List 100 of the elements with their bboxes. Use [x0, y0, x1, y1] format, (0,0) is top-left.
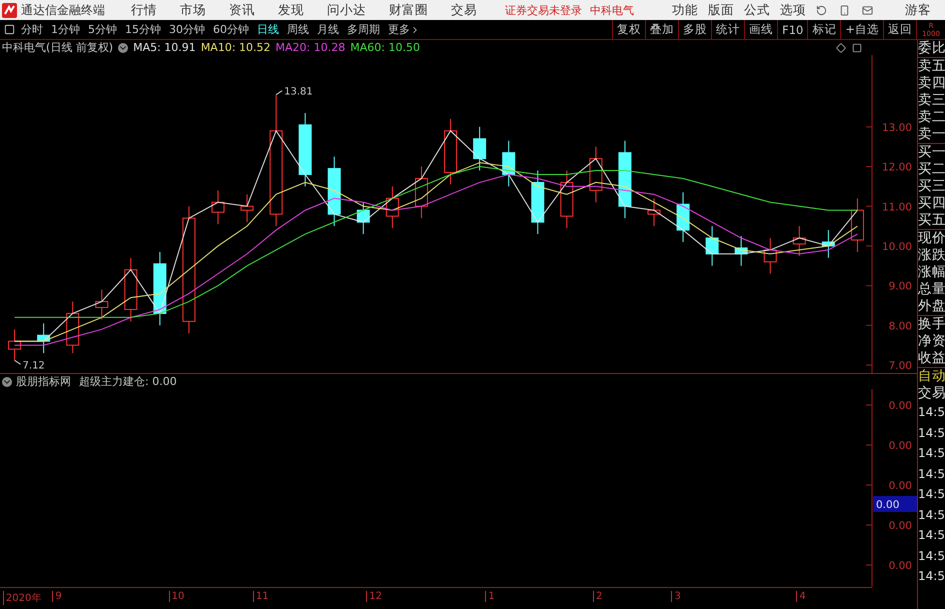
diamond-icon[interactable]: [836, 42, 846, 52]
candlestick: [95, 289, 108, 320]
period-tab[interactable]: 60分钟: [213, 22, 249, 37]
period-tab[interactable]: 分时: [21, 22, 43, 37]
menu-item[interactable]: 财富圈: [389, 2, 428, 18]
date-axis-label: 9: [52, 591, 62, 602]
trade-time: 14:5: [918, 466, 945, 482]
candlestick: [706, 226, 719, 266]
quote-label: 委比: [918, 40, 945, 57]
toolbar-button[interactable]: 叠加: [645, 20, 678, 39]
indicator-value: 超级主力建仓: 0.00: [79, 374, 177, 389]
status-text: 证券交易未登录: [505, 2, 582, 18]
candlestick: [822, 230, 835, 258]
period-tab[interactable]: 周线: [287, 22, 309, 37]
quote-label: 净资: [918, 333, 945, 350]
mail-icon[interactable]: [862, 4, 873, 16]
price-annotation: 13.81: [284, 86, 313, 98]
menu-item[interactable]: 交易: [451, 2, 477, 18]
period-tab[interactable]: 5分钟: [88, 22, 117, 37]
user-label[interactable]: 游客: [905, 2, 931, 18]
toolbar-button[interactable]: +自选: [840, 20, 883, 39]
date-axis-label: 4: [796, 591, 806, 602]
period-tab[interactable]: 月线: [317, 22, 339, 37]
indicator-axis-label: 0.00: [888, 440, 912, 452]
quote-label: 卖二: [918, 109, 945, 126]
date-axis-label: 3: [671, 591, 681, 602]
chevron-down-icon[interactable]: [118, 42, 128, 52]
menu-item[interactable]: 公式: [744, 2, 770, 18]
price-annotation: 7.12: [22, 360, 45, 372]
price-axis-label: 11.00: [882, 201, 912, 214]
quote-label: 卖四: [918, 75, 945, 92]
menu-item[interactable]: 功能: [672, 2, 698, 18]
candlestick: [444, 118, 458, 185]
leader-line: [14, 360, 22, 365]
menu-item[interactable]: 行情: [131, 2, 157, 18]
date-axis-label: 2: [592, 591, 602, 602]
trade-time: 14:5: [918, 424, 945, 442]
candlestick: [37, 322, 50, 354]
candlestick: [560, 170, 574, 229]
candlestick: [734, 236, 748, 266]
menu-item[interactable]: 版面: [708, 2, 734, 18]
toolbar-button[interactable]: 复权: [612, 20, 646, 39]
indicator-axis-label: 0.00: [888, 480, 912, 492]
indicator-axis-label: 0.00: [888, 560, 912, 572]
toolbar-button[interactable]: 统计: [711, 20, 744, 39]
period-tab[interactable]: 30分钟: [169, 22, 205, 37]
menu-item[interactable]: 市场: [180, 2, 206, 18]
menu-item[interactable]: 发现: [278, 2, 304, 18]
quote-label: 涨幅: [918, 264, 945, 281]
trade-label: 交易: [918, 385, 945, 402]
trade-time: 14:5: [918, 506, 945, 524]
candlestick: [473, 126, 486, 172]
moving-average-value: MA10: 10.52: [200, 41, 271, 54]
quote-label: 买三: [918, 178, 945, 195]
candlestick: [676, 192, 690, 242]
period-tab[interactable]: 日线: [257, 22, 279, 37]
status-text: 中科电气: [590, 2, 634, 18]
phone-icon[interactable]: [839, 4, 850, 16]
square-icon[interactable]: [852, 42, 862, 52]
chevron-down-icon[interactable]: [2, 376, 12, 386]
quote-label: 买四: [918, 195, 945, 212]
menu-item[interactable]: 选项: [780, 2, 806, 18]
trade-time: 14:5: [918, 548, 945, 564]
more-tab[interactable]: 更多: [388, 22, 410, 37]
refresh-icon[interactable]: [816, 4, 827, 16]
price-axis-label: 8.00: [888, 320, 912, 332]
period-tab[interactable]: 15分钟: [125, 22, 161, 37]
toolbar-button[interactable]: 多股: [678, 20, 712, 39]
menu-item[interactable]: 问小达: [327, 2, 366, 18]
moving-average-value: MA5: 10.91: [133, 41, 196, 54]
quote-label: 买一: [918, 144, 945, 161]
period-tab[interactable]: 多周期: [347, 22, 380, 37]
toolbar-button[interactable]: 标记: [807, 20, 840, 39]
candlestick: [589, 146, 602, 203]
period-tab[interactable]: 1分钟: [51, 22, 80, 37]
candlestick: [124, 257, 138, 322]
trade-mode[interactable]: 自动: [918, 368, 945, 385]
price-axis-label: 10.00: [882, 240, 912, 253]
candlestick: [328, 156, 341, 227]
candlestick: [648, 198, 660, 227]
menu-item[interactable]: 资讯: [229, 2, 255, 18]
candlestick: [764, 238, 777, 274]
toolbar-button[interactable]: 返回: [883, 20, 916, 39]
toolbar-button[interactable]: 画线: [744, 20, 778, 39]
toolbar-button[interactable]: F10: [777, 20, 808, 39]
candlestick: [502, 140, 516, 187]
candlestick: [414, 166, 428, 219]
indicator-axis-label: 0.00: [888, 520, 912, 532]
candlestick: [531, 170, 544, 235]
date-axis-label: 12: [366, 591, 382, 602]
date-axis-label: 1: [485, 591, 495, 602]
candlestick: [66, 301, 80, 354]
quote-label: 卖一: [918, 126, 945, 143]
panel-toggle-icon[interactable]: [4, 24, 15, 35]
candlestick: [386, 186, 399, 229]
value-readout: 0.00: [873, 496, 917, 512]
candlestick: [8, 328, 22, 361]
price-axis-label: 12.00: [882, 162, 912, 174]
date-axis-label: 10: [168, 591, 184, 602]
quote-label: 买二: [918, 161, 945, 178]
